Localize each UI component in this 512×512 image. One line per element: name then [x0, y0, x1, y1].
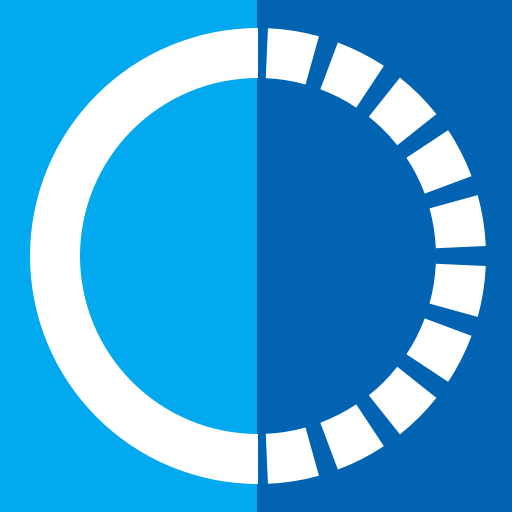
app-icon: [0, 0, 512, 512]
half-dashed-circle-icon: [0, 0, 512, 512]
